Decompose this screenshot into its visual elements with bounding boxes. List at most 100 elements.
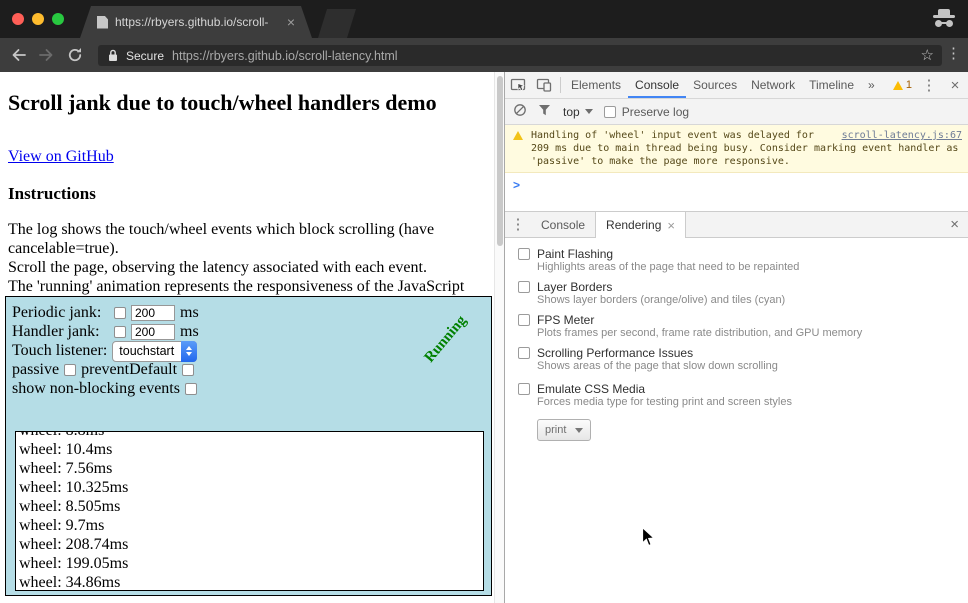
layer-borders-checkbox[interactable]: [518, 281, 530, 293]
console-toolbar: top Preserve log: [505, 99, 968, 125]
github-link[interactable]: View on GitHub: [8, 148, 114, 166]
paint-flashing-checkbox[interactable]: [518, 248, 530, 260]
drawer-close-icon[interactable]: ×: [950, 217, 959, 232]
browser-menu-icon[interactable]: ⋮: [946, 46, 961, 62]
preserve-log-label[interactable]: Preserve log: [622, 105, 689, 119]
tab-elements[interactable]: Elements: [564, 72, 628, 98]
source-link[interactable]: scroll-latency.js:67: [842, 129, 962, 142]
touch-listener-select[interactable]: touchstart: [112, 341, 197, 362]
log-line: wheel: 10.4ms: [19, 440, 483, 459]
drawer-menu-icon[interactable]: ⋮: [505, 212, 531, 238]
more-tabs-chevron[interactable]: »: [861, 72, 882, 98]
rendering-item-scrolling-performance: Scrolling Performance Issues Shows areas…: [518, 346, 968, 373]
devtools-panel: Elements Console Sources Network Timelin…: [504, 72, 968, 603]
warning-badge[interactable]: 1: [889, 79, 916, 91]
filter-icon[interactable]: [538, 104, 552, 120]
bookmark-star-icon[interactable]: ☆: [921, 48, 934, 63]
prevent-default-label: preventDefault: [81, 361, 177, 379]
handler-jank-label: Handler jank:: [12, 323, 109, 341]
tab-timeline[interactable]: Timeline: [802, 72, 861, 98]
periodic-jank-label: Periodic jank:: [12, 304, 109, 322]
show-nonblocking-label: show non-blocking events: [12, 380, 180, 398]
log-line: wheel: 8.505ms: [19, 497, 483, 516]
event-log-lines: wheel: 8.8ms wheel: 10.4ms wheel: 7.56ms…: [16, 431, 483, 591]
handler-jank-input[interactable]: [131, 324, 175, 340]
instructions-heading: Instructions: [8, 184, 96, 204]
tab-strip: https://rbyers.github.io/scroll- ×: [0, 0, 968, 38]
instructions-text: The log shows the touch/wheel events whi…: [8, 220, 492, 296]
log-line: wheel: 9.7ms: [19, 516, 483, 535]
toolbar-separator: [560, 77, 561, 93]
tab-sources[interactable]: Sources: [686, 72, 744, 98]
show-nonblocking-row: show non-blocking events: [12, 380, 197, 398]
demo-controls-box: Periodic jank: ms Handler jank: ms Touch…: [5, 296, 492, 596]
forward-icon[interactable]: [38, 47, 56, 63]
browser-tab[interactable]: https://rbyers.github.io/scroll- ×: [80, 6, 312, 38]
ms-label: ms: [180, 304, 199, 322]
log-line: wheel: 199.05ms: [19, 554, 483, 573]
address-toolbar: Secure https://rbyers.github.io/scroll-l…: [0, 38, 968, 72]
drawer-tab-rendering[interactable]: Rendering ×: [595, 212, 686, 239]
clear-console-icon[interactable]: [513, 103, 527, 120]
rendering-item-fps-meter: FPS Meter Plots frames per second, frame…: [518, 313, 968, 340]
warning-line: 'passive' to make the page more responsi…: [531, 155, 962, 168]
rendering-item-layer-borders: Layer Borders Shows layer borders (orang…: [518, 280, 968, 307]
instruction-line: The log shows the touch/wheel events whi…: [8, 220, 492, 239]
address-bar[interactable]: Secure https://rbyers.github.io/scroll-l…: [98, 45, 942, 66]
warning-count: 1: [906, 79, 912, 91]
periodic-jank-row: Periodic jank: ms: [12, 304, 199, 322]
close-icon[interactable]: ×: [667, 219, 675, 232]
preserve-log-checkbox[interactable]: [604, 106, 616, 118]
periodic-jank-input[interactable]: [131, 305, 175, 321]
device-toolbar-icon[interactable]: [531, 72, 557, 98]
log-line: wheel: 10.325ms: [19, 478, 483, 497]
chevron-down-icon: [585, 109, 593, 114]
instruction-line: The 'running' animation represents the r…: [8, 277, 492, 296]
emulate-css-media-checkbox[interactable]: [518, 383, 530, 395]
new-tab-button[interactable]: [318, 9, 356, 38]
css-media-select[interactable]: print: [537, 419, 591, 441]
window-close-button[interactable]: [12, 13, 24, 25]
log-line: wheel: 7.56ms: [19, 459, 483, 478]
show-nonblocking-checkbox[interactable]: [185, 383, 197, 395]
tab-close-icon[interactable]: ×: [287, 15, 295, 29]
devtools-menu-icon[interactable]: ⋮: [916, 72, 942, 98]
inspect-icon[interactable]: [505, 72, 531, 98]
devtools-close-icon[interactable]: ×: [942, 72, 968, 98]
toolbar-right-group: 1 ⋮ ×: [889, 72, 968, 98]
drawer-tab-console[interactable]: Console: [531, 212, 595, 238]
handler-jank-checkbox[interactable]: [114, 326, 126, 338]
devtools-toolbar: Elements Console Sources Network Timelin…: [505, 72, 968, 99]
prevent-default-checkbox[interactable]: [182, 364, 194, 376]
reload-icon[interactable]: [67, 47, 85, 63]
lock-icon[interactable]: [108, 49, 118, 62]
warning-icon: [513, 131, 523, 140]
console-messages: scroll-latency.js:67 Handling of 'wheel'…: [505, 125, 968, 211]
url-text[interactable]: https://rbyers.github.io/scroll-latency.…: [172, 49, 398, 63]
window-minimize-button[interactable]: [32, 13, 44, 25]
favicon-icon: [97, 16, 108, 29]
fps-meter-checkbox[interactable]: [518, 314, 530, 326]
periodic-jank-checkbox[interactable]: [114, 307, 126, 319]
instruction-line: Scroll the page, observing the latency a…: [8, 258, 492, 277]
scrolling-performance-checkbox[interactable]: [518, 347, 530, 359]
rendering-item-emulate-css-media: Emulate CSS Media Forces media type for …: [518, 382, 968, 409]
passive-checkbox[interactable]: [64, 364, 76, 376]
page-scrollbar-thumb[interactable]: [497, 76, 503, 246]
console-prompt[interactable]: >: [505, 173, 968, 197]
page-scrollbar[interactable]: [494, 72, 504, 603]
touch-listener-label: Touch listener:: [12, 342, 107, 360]
window-zoom-button[interactable]: [52, 13, 64, 25]
tab-console[interactable]: Console: [628, 72, 686, 98]
rendering-item-paint-flashing: Paint Flashing Highlights areas of the p…: [518, 247, 968, 274]
browser-window: https://rbyers.github.io/scroll- × Secur…: [0, 0, 968, 603]
event-log-box[interactable]: wheel: 8.8ms wheel: 10.4ms wheel: 7.56ms…: [15, 431, 484, 591]
execution-context-select[interactable]: top: [563, 105, 593, 119]
drawer-tab-bar: ⋮ Console Rendering × ×: [505, 211, 968, 238]
tab-title: https://rbyers.github.io/scroll-: [115, 15, 280, 29]
ms-label: ms: [180, 323, 199, 341]
back-icon[interactable]: [10, 47, 28, 63]
page-title: Scroll jank due to touch/wheel handlers …: [8, 90, 437, 116]
warning-line: 209 ms due to main thread being busy. Co…: [531, 142, 962, 155]
tab-network[interactable]: Network: [744, 72, 802, 98]
